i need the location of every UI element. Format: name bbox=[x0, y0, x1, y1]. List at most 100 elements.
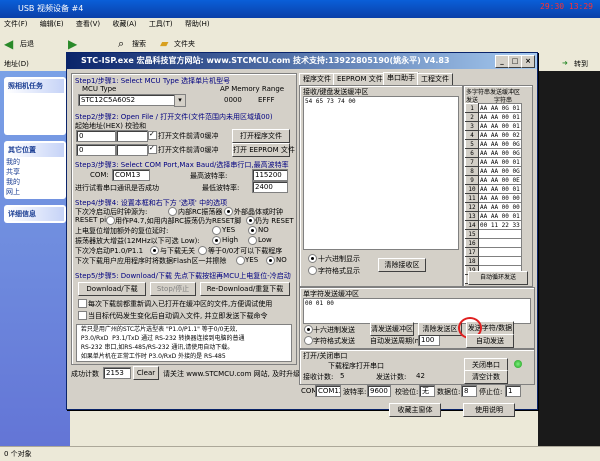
forward-arrow-icon[interactable]: ▶ bbox=[68, 37, 77, 51]
slot-send-button[interactable]: 6 bbox=[465, 148, 479, 158]
slot-input[interactable]: AA AA 00 0G bbox=[478, 148, 522, 158]
reload-file-checkbox[interactable] bbox=[78, 299, 87, 308]
program-offset-input[interactable]: 0 bbox=[76, 130, 116, 142]
folder-icon[interactable]: ▰ bbox=[160, 37, 168, 50]
collect-main-window-button[interactable]: 收藏主窗体 bbox=[389, 403, 441, 417]
chevron-down-icon[interactable]: ▾ bbox=[174, 94, 186, 107]
slot-input[interactable]: AA AA 00 00 bbox=[478, 202, 522, 212]
min-baud-select[interactable]: 2400 bbox=[252, 181, 288, 193]
go-button[interactable]: 转到 bbox=[574, 59, 588, 69]
auto-reload-checkbox[interactable] bbox=[78, 311, 87, 320]
clear-count-button[interactable]: Clear bbox=[133, 366, 159, 380]
clear-count-button-2[interactable]: 清空计数 bbox=[464, 370, 508, 384]
slot-send-button[interactable]: 13 bbox=[465, 211, 479, 221]
other-place-item[interactable]: 共享 bbox=[6, 167, 64, 177]
tab-eeprom-file[interactable]: EEPROM 文件 bbox=[333, 73, 387, 85]
slot-send-button[interactable]: 2 bbox=[465, 112, 479, 122]
close-icon[interactable]: × bbox=[521, 55, 535, 68]
auto-send-button[interactable]: 自动发送 bbox=[466, 334, 514, 348]
receive-textarea[interactable]: 54 65 73 74 00 bbox=[303, 96, 459, 250]
slot-input[interactable]: AA AA 00 01 bbox=[478, 121, 522, 131]
redownload-button[interactable]: Re-Download/重复下载 bbox=[200, 282, 290, 296]
slot-input[interactable]: AA AA 00 01 bbox=[478, 211, 522, 221]
slot-input[interactable] bbox=[478, 256, 522, 266]
slot-send-button[interactable]: 1 bbox=[465, 103, 479, 113]
char-send-radio[interactable] bbox=[304, 336, 313, 345]
back-arrow-icon[interactable]: ◀ bbox=[4, 37, 13, 51]
slot-input[interactable]: AA AA 00 0E bbox=[478, 175, 522, 185]
camera-tasks-title[interactable]: 照相机任务 bbox=[6, 79, 64, 93]
reset-io-radio[interactable] bbox=[106, 216, 115, 225]
max-baud-select[interactable]: 115200 bbox=[252, 169, 288, 181]
slot-send-button[interactable]: 14 bbox=[465, 220, 479, 230]
slot-input[interactable]: AA AA 00 0G bbox=[478, 166, 522, 176]
eeprom-erase-no-radio[interactable] bbox=[266, 256, 275, 265]
com-port-select[interactable]: COM13 bbox=[112, 169, 150, 181]
slot-input[interactable]: AA AA 00 01 bbox=[478, 184, 522, 194]
clear-buffer-checkbox-2[interactable] bbox=[148, 144, 157, 154]
char-display-radio[interactable] bbox=[308, 266, 317, 275]
clock-internal-radio[interactable] bbox=[168, 207, 177, 216]
slot-input[interactable] bbox=[478, 247, 522, 257]
reset-pin-radio[interactable] bbox=[246, 216, 255, 225]
menu-favorites[interactable]: 收藏(A) bbox=[112, 20, 136, 28]
slot-send-button[interactable]: 11 bbox=[465, 193, 479, 203]
other-places-title[interactable]: 其它位置 bbox=[6, 143, 64, 157]
clear-receive-button[interactable]: 清除接收区 bbox=[378, 258, 426, 272]
go-arrow-icon[interactable]: ➜ bbox=[562, 59, 568, 67]
mcu-type-select[interactable]: STC12C5A60S2 bbox=[78, 94, 178, 106]
slot-send-button[interactable]: 7 bbox=[465, 157, 479, 167]
amp-high-radio[interactable] bbox=[212, 236, 221, 245]
log-textarea[interactable]: 若只是用广州的STC芯片选型表 "P1.0/P1.1" 等于0/0无效, P3.… bbox=[76, 324, 292, 362]
search-icon[interactable]: ⌕ bbox=[118, 37, 124, 51]
maximize-icon[interactable]: □ bbox=[508, 55, 522, 68]
slot-input[interactable]: AA AA 0G 01 bbox=[478, 103, 522, 113]
folders-button-label[interactable]: 文件夹 bbox=[174, 39, 195, 49]
details-title[interactable]: 详细信息 bbox=[6, 207, 64, 221]
stop-button[interactable]: Stop/停止 bbox=[150, 282, 196, 296]
slot-send-button[interactable]: 5 bbox=[465, 139, 479, 149]
menu-edit[interactable]: 编辑(E) bbox=[40, 20, 64, 28]
other-place-item[interactable]: 我的 bbox=[6, 157, 64, 167]
other-place-item[interactable]: 我的 bbox=[6, 177, 64, 187]
slot-input[interactable]: 00 11 22 33 bbox=[478, 220, 522, 230]
slot-input[interactable]: AA AA 00 0G bbox=[478, 139, 522, 149]
download-button[interactable]: Download/下载 bbox=[78, 282, 146, 296]
back-button-label[interactable]: 后退 bbox=[20, 39, 34, 49]
slot-send-button[interactable]: 8 bbox=[465, 166, 479, 176]
p1-boot-any-radio[interactable] bbox=[150, 246, 159, 255]
hex-send-radio[interactable] bbox=[304, 325, 313, 334]
slot-send-button[interactable]: 10 bbox=[465, 184, 479, 194]
help-button[interactable]: 使用说明 bbox=[463, 403, 515, 417]
clear-buffer-checkbox-1[interactable] bbox=[148, 130, 157, 140]
power-delay-yes-radio[interactable] bbox=[212, 226, 221, 235]
tab-project-file[interactable]: 工程文件 bbox=[417, 73, 453, 85]
slot-input[interactable]: AA AA 00 02 bbox=[478, 130, 522, 140]
search-button-label[interactable]: 搜索 bbox=[132, 39, 146, 49]
port-select[interactable]: COM12 bbox=[315, 385, 341, 397]
slot-input[interactable]: AA AA 00 01 bbox=[478, 157, 522, 167]
minimize-icon[interactable]: _ bbox=[495, 55, 509, 68]
auto-cycle-send-button[interactable]: 自动循环发送 bbox=[468, 271, 528, 285]
clear-send-buffer-button[interactable]: 清发送缓冲区 bbox=[370, 322, 414, 336]
tab-serial-assistant[interactable]: 串口助手 bbox=[383, 72, 419, 85]
slot-send-button[interactable]: 16 bbox=[465, 238, 479, 248]
baud-select[interactable]: 9600 bbox=[367, 385, 391, 397]
p1-boot-zero-radio[interactable] bbox=[198, 246, 207, 255]
menu-help[interactable]: 帮助(H) bbox=[185, 20, 210, 28]
data-bits-select[interactable]: 8 bbox=[461, 385, 477, 397]
power-delay-no-radio[interactable] bbox=[248, 226, 257, 235]
parity-select[interactable]: 无 bbox=[419, 385, 435, 397]
menu-view[interactable]: 查看(V) bbox=[76, 20, 100, 28]
open-program-file-button[interactable]: 打开程序文件 bbox=[232, 129, 290, 143]
slot-input[interactable]: AA AA 00 01 bbox=[478, 112, 522, 122]
slot-send-button[interactable]: 15 bbox=[465, 229, 479, 239]
eeprom-offset-input[interactable]: 0 bbox=[76, 144, 116, 156]
slot-send-button[interactable]: 17 bbox=[465, 247, 479, 257]
clock-external-radio[interactable] bbox=[224, 207, 233, 216]
amp-low-radio[interactable] bbox=[248, 236, 257, 245]
slot-send-button[interactable]: 4 bbox=[465, 130, 479, 140]
slot-input[interactable]: AA AA 00 00 bbox=[478, 193, 522, 203]
slot-send-button[interactable]: 12 bbox=[465, 202, 479, 212]
other-place-item[interactable]: 网上 bbox=[6, 187, 64, 197]
